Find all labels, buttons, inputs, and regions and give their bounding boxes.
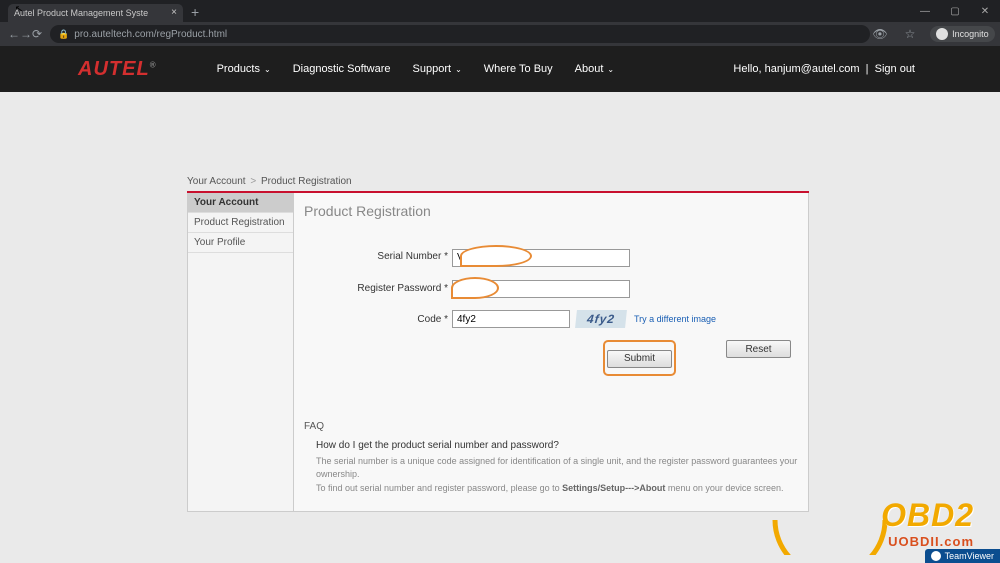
nav-about[interactable]: About⌄ <box>575 63 614 75</box>
chevron-down-icon: ⌄ <box>607 65 614 74</box>
minimize-button[interactable]: — <box>910 0 940 22</box>
url-bar[interactable]: 🔒 pro.auteltech.com/regProduct.html <box>50 25 870 43</box>
close-icon[interactable]: × <box>171 7 177 18</box>
page-title: Product Registration <box>304 203 798 219</box>
incognito-label: Incognito <box>952 29 989 39</box>
moon-graphic <box>765 485 895 555</box>
browser-chrome: Autel Product Management Syste × + — ▢ ✕… <box>0 0 1000 46</box>
sidebar-item-account[interactable]: Your Account <box>188 193 293 213</box>
page-body: Your Account Product Registration Your P… <box>187 193 809 512</box>
nav-support[interactable]: Support⌄ <box>413 63 462 75</box>
content: Your Account > Product Registration Your… <box>0 92 1000 512</box>
lock-icon: 🔒 <box>58 29 69 40</box>
sidebar-item-registration[interactable]: Product Registration <box>188 213 293 233</box>
window-controls: — ▢ ✕ <box>910 0 1000 22</box>
highlight-box: Submit ↖ <box>603 340 676 376</box>
forward-button[interactable]: → <box>20 27 32 41</box>
incognito-icon <box>936 28 948 40</box>
maximize-button[interactable]: ▢ <box>940 0 970 22</box>
user-area: Hello, hanjum@autel.com | Sign out <box>733 63 915 75</box>
sidebar: Your Account Product Registration Your P… <box>187 193 294 512</box>
faq-answer: The serial number is a unique code assig… <box>316 455 798 496</box>
star-icon[interactable]: ☆ <box>900 27 920 41</box>
nav-bar: ← → ⟳ 🔒 pro.auteltech.com/regProduct.htm… <box>0 22 1000 46</box>
label-password: Register Password * <box>304 283 452 294</box>
label-serial: Serial Number * <box>304 251 452 262</box>
try-different-link[interactable]: Try a different image <box>634 314 716 324</box>
teamviewer-label: TeamViewer <box>945 551 994 561</box>
chevron-down-icon: ⌄ <box>455 65 462 74</box>
faq-question: How do I get the product serial number a… <box>316 440 798 451</box>
nav-products[interactable]: Products⌄ <box>217 63 271 75</box>
main-nav: Products⌄ Diagnostic Software Support⌄ W… <box>217 63 615 75</box>
tab-bar: Autel Product Management Syste × + — ▢ ✕ <box>0 0 1000 22</box>
breadcrumb-account[interactable]: Your Account <box>187 176 246 187</box>
tab-title: Autel Product Management Syste <box>14 8 148 18</box>
hello-text: Hello, hanjum@autel.com <box>733 63 859 75</box>
captcha-image: 4fy2 <box>575 310 627 328</box>
row-serial: Serial Number * <box>304 247 798 267</box>
logo[interactable]: AUTEL® <box>78 58 157 81</box>
new-tab-button[interactable]: + <box>191 4 199 20</box>
browser-tab[interactable]: Autel Product Management Syste × <box>8 4 183 22</box>
teamviewer-badge[interactable]: TeamViewer <box>925 549 1000 563</box>
chevron-down-icon: ⌄ <box>264 65 271 74</box>
row-password: Register Password * <box>304 279 798 299</box>
url-text: pro.auteltech.com/regProduct.html <box>74 29 227 40</box>
redaction-overlay <box>451 277 499 299</box>
row-code: Code * 4fy2 Try a different image <box>304 310 798 328</box>
reload-button[interactable]: ⟳ <box>32 27 42 41</box>
watermark-line1: OBD2 <box>881 497 974 534</box>
watermark: OBD2 UOBDII.com <box>881 497 974 549</box>
teamviewer-icon <box>931 551 941 561</box>
breadcrumb: Your Account > Product Registration <box>187 176 1000 187</box>
signout-link[interactable]: Sign out <box>875 63 915 75</box>
faq-title: FAQ <box>304 421 798 432</box>
breadcrumb-current: Product Registration <box>261 176 352 187</box>
faq-section: FAQ How do I get the product serial numb… <box>304 421 798 496</box>
sidebar-item-profile[interactable]: Your Profile <box>188 233 293 253</box>
button-row: Submit ↖ Reset <box>454 340 798 376</box>
main-panel: Product Registration Serial Number * Reg… <box>294 193 809 512</box>
nav-where[interactable]: Where To Buy <box>484 63 553 75</box>
watermark-line2: UOBDII.com <box>881 534 974 549</box>
close-window-button[interactable]: ✕ <box>970 0 1000 22</box>
code-input[interactable] <box>452 310 570 328</box>
nav-diagnostic[interactable]: Diagnostic Software <box>293 63 391 75</box>
submit-button[interactable]: Submit <box>607 350 672 368</box>
back-button[interactable]: ← <box>8 27 20 41</box>
label-code: Code * <box>304 314 452 325</box>
reset-button[interactable]: Reset <box>726 340 791 358</box>
redaction-overlay <box>460 245 532 267</box>
site-header: AUTEL® Products⌄ Diagnostic Software Sup… <box>0 46 1000 92</box>
eye-icon[interactable]: 👁 <box>870 27 890 41</box>
incognito-badge: Incognito <box>930 26 995 42</box>
